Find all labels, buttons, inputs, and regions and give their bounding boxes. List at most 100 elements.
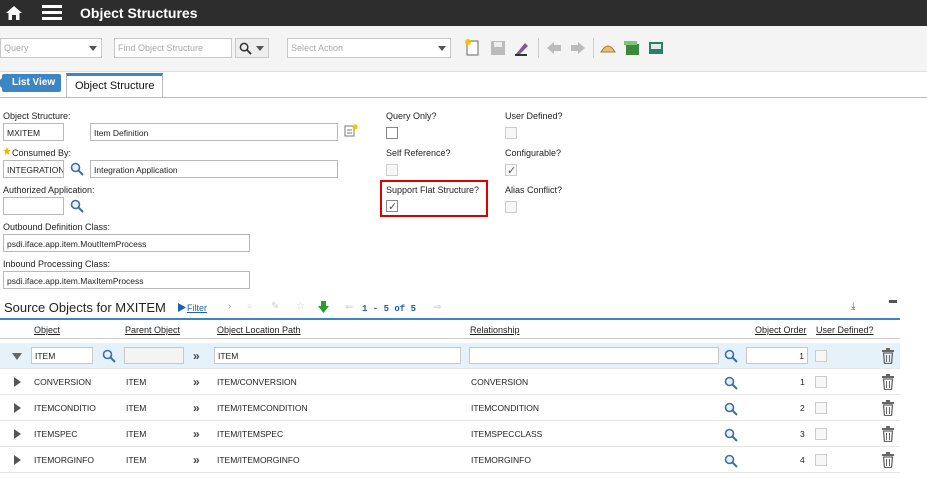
- col-object[interactable]: Object: [34, 325, 60, 335]
- new-record-icon[interactable]: [464, 39, 482, 57]
- pager-text: 1 - 5 of 5: [362, 304, 417, 314]
- object-location-path-cell: ITEM/CONVERSION: [217, 377, 297, 387]
- object-structure-field[interactable]: MXITEM: [3, 123, 64, 141]
- hamburger-menu-icon[interactable]: [42, 5, 62, 21]
- check-icon: ✓: [507, 165, 517, 177]
- user-defined-checkbox: [505, 127, 517, 139]
- add-to-bookmarks-icon[interactable]: [623, 39, 641, 57]
- trash-icon[interactable]: [881, 452, 895, 468]
- create-report-icon[interactable]: [647, 39, 665, 57]
- search-icon[interactable]: [724, 376, 738, 390]
- clear-filter-icon: ⌕: [247, 301, 253, 312]
- query-select[interactable]: Query: [0, 38, 102, 58]
- double-chevron-right-icon: »: [193, 401, 200, 415]
- required-star-icon: [3, 147, 11, 155]
- col-parent-object[interactable]: Parent Object: [125, 325, 180, 335]
- authorized-application-label: Authorized Application:: [3, 185, 95, 195]
- bulletin-board-icon[interactable]: [599, 39, 617, 57]
- chevron-down-icon: [89, 46, 97, 51]
- consumed-by-description: Integration Application: [90, 160, 338, 178]
- col-user-defined[interactable]: User Defined?: [816, 325, 874, 335]
- search-icon[interactable]: [724, 349, 738, 363]
- double-chevron-right-icon: »: [193, 427, 200, 441]
- minimize-icon[interactable]: [889, 300, 897, 303]
- download-icon[interactable]: [318, 301, 329, 313]
- consumed-by-field[interactable]: INTEGRATION: [3, 160, 64, 178]
- toolbar-divider: [538, 38, 539, 58]
- next-record-icon[interactable]: [569, 39, 587, 57]
- previous-page-icon: ⇐: [345, 302, 354, 313]
- relationship-field[interactable]: [469, 347, 719, 364]
- relationship-cell: ITEMCONDITION: [471, 403, 539, 413]
- search-icon[interactable]: [724, 402, 738, 416]
- tab-object-structure[interactable]: Object Structure: [66, 73, 164, 97]
- col-object-order[interactable]: Object Order: [755, 325, 807, 335]
- table-row[interactable]: ITEMORGINFO ITEM » ITEM/ITEMORGINFO ITEM…: [0, 447, 900, 473]
- consumed-by-label: Consumed By:: [12, 148, 72, 158]
- user-defined-checkbox: [815, 428, 827, 440]
- select-action-dropdown[interactable]: Select Action: [287, 38, 451, 58]
- save-icon[interactable]: [489, 39, 507, 57]
- trash-icon[interactable]: [881, 400, 895, 416]
- search-icon: [239, 42, 252, 55]
- trash-icon[interactable]: [881, 374, 895, 390]
- parent-object-cell: ITEM: [126, 455, 147, 465]
- expand-row-icon[interactable]: [14, 429, 21, 439]
- col-object-location-path[interactable]: Object Location Path: [217, 325, 301, 335]
- self-reference-label: Self Reference?: [386, 148, 451, 158]
- col-relationship[interactable]: Relationship: [470, 325, 520, 335]
- trash-icon[interactable]: [881, 348, 895, 364]
- toolbar-divider: [593, 38, 594, 58]
- expand-row-icon[interactable]: [14, 403, 21, 413]
- tab-list-view[interactable]: List View: [0, 74, 62, 92]
- home-icon[interactable]: [5, 4, 23, 22]
- search-icon[interactable]: [70, 199, 84, 213]
- table-row[interactable]: CONVERSION ITEM » ITEM/CONVERSION CONVER…: [0, 369, 900, 395]
- table-row[interactable]: ITEMSPEC ITEM » ITEM/ITEMSPEC ITEMSPECCL…: [0, 421, 900, 447]
- search-options-button[interactable]: [235, 38, 269, 58]
- relationship-cell: CONVERSION: [471, 377, 529, 387]
- previous-record-icon[interactable]: [545, 39, 563, 57]
- relationship-cell: ITEMSPECCLASS: [471, 429, 543, 439]
- relationship-cell: ITEMORGINFO: [471, 455, 531, 465]
- query-only-checkbox[interactable]: [386, 127, 398, 139]
- object-field[interactable]: ITEM: [31, 347, 93, 364]
- tab-bar: List View Object Structure: [0, 72, 927, 98]
- trash-icon[interactable]: [881, 426, 895, 442]
- filter-link[interactable]: Filter: [187, 303, 207, 313]
- query-only-label: Query Only?: [386, 111, 437, 121]
- description-field[interactable]: Item Definition: [90, 123, 338, 141]
- filter-icon[interactable]: [178, 303, 186, 312]
- support-flat-structure-checkbox[interactable]: ✓: [386, 200, 398, 213]
- object-order-cell: 4: [800, 455, 805, 465]
- download-table-icon[interactable]: ⤓: [851, 301, 855, 312]
- expand-row-icon[interactable]: [14, 377, 21, 387]
- support-flat-structure-label: Support Flat Structure?: [386, 185, 480, 195]
- search-icon[interactable]: [102, 349, 116, 363]
- inbound-processing-class-field[interactable]: psdi.iface.app.item.MaxItemProcess: [3, 271, 250, 289]
- clear-changes-icon[interactable]: [513, 39, 531, 57]
- select-action-value: Select Action: [291, 43, 344, 53]
- find-input-placeholder: Find Object Structure: [118, 43, 204, 53]
- search-icon[interactable]: [724, 428, 738, 442]
- outbound-definition-class-label: Outbound Definition Class:: [3, 222, 111, 232]
- user-defined-label: User Defined?: [505, 111, 563, 121]
- double-chevron-right-icon: »: [193, 453, 200, 467]
- authorized-application-field[interactable]: [3, 197, 64, 215]
- object-structure-label: Object Structure:: [3, 111, 71, 121]
- object-order-field[interactable]: 1: [746, 347, 808, 364]
- query-select-value: Query: [4, 43, 29, 53]
- table-row[interactable]: ITEMCONDITIO ITEM » ITEM/ITEMCONDITION I…: [0, 395, 900, 421]
- collapse-row-icon[interactable]: [12, 353, 22, 360]
- outbound-definition-class-field[interactable]: psdi.iface.app.item.MoutItemProcess: [3, 234, 250, 252]
- search-icon[interactable]: [70, 162, 84, 176]
- search-icon[interactable]: [724, 454, 738, 468]
- table-row[interactable]: ITEM » ITEM 1: [0, 343, 900, 369]
- edit-icon: ✎: [271, 301, 280, 312]
- expand-row-icon[interactable]: [14, 455, 21, 465]
- parent-object-field: [124, 347, 184, 364]
- find-input[interactable]: Find Object Structure: [114, 38, 232, 58]
- long-description-icon[interactable]: [344, 124, 358, 138]
- object-location-path-field: ITEM: [214, 347, 461, 364]
- star-icon: ☆: [296, 301, 305, 312]
